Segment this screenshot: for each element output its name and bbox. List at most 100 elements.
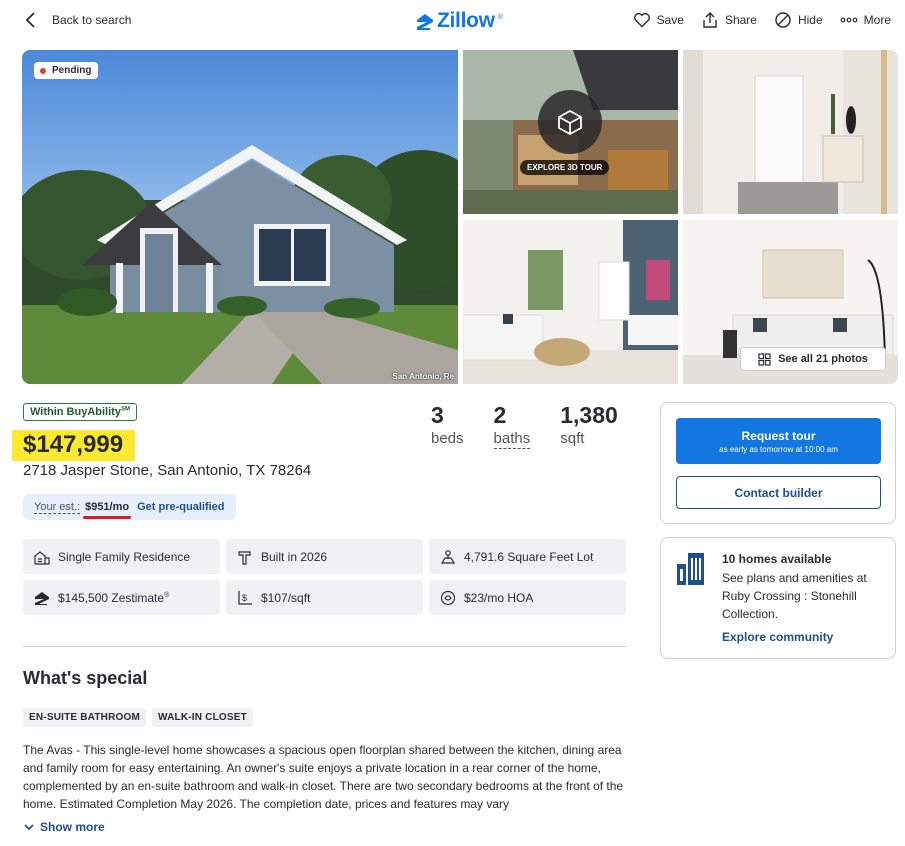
3d-tour-photo[interactable]: EXPLORE 3D TOUR — [463, 50, 678, 214]
sqft-value: 1,380 — [560, 402, 618, 428]
feature-tags: EN-SUITE BATHROOM WALK-IN CLOSET — [23, 708, 253, 727]
lot-size-icon — [440, 549, 456, 564]
show-more-label: Show more — [40, 820, 105, 834]
zestimate-mark: ® — [164, 591, 170, 599]
beds-stat: 3 beds — [431, 402, 464, 449]
svg-text:$: $ — [242, 593, 247, 603]
fact-hoa: $23/mo HOA — [429, 580, 626, 615]
see-all-photos-button[interactable]: See all 21 photos — [740, 347, 886, 371]
fact-home-type: Single Family Residence — [23, 539, 220, 574]
contact-builder-button[interactable]: Contact builder — [676, 476, 881, 509]
sqft-stat: 1,380 sqft — [560, 402, 618, 449]
hallway-illustration — [683, 50, 898, 214]
fact-lot-size: 4,791.6 Square Feet Lot — [429, 539, 626, 574]
fact-home-type-text: Single Family Residence — [58, 549, 191, 564]
cube-icon — [558, 110, 582, 135]
listing-price: $147,999 — [12, 430, 136, 461]
logo-text: Zillow — [437, 9, 495, 32]
family-room-photo[interactable]: See all 21 photos — [683, 220, 898, 384]
community-description: See plans and amenities at Ruby Crossing… — [722, 571, 867, 621]
house-type-icon — [34, 550, 50, 565]
see-all-photos-label: See all 21 photos — [778, 353, 868, 365]
zillow-house-icon — [417, 14, 433, 30]
beds-label: beds — [431, 430, 464, 447]
fact-year-built: Built in 2026 — [226, 539, 423, 574]
listing-description: The Avas - This single-level home showca… — [23, 743, 624, 811]
buyability-label: Within BuyAbility — [30, 406, 121, 418]
photo-gallery: Pending San Antonio, Re EXPLORE 3D TOUR — [22, 50, 898, 384]
top-bar: Back to search Zillow ® Save Share Hide … — [0, 0, 905, 42]
house-exterior-illustration — [22, 145, 458, 384]
hide-button[interactable]: Hide — [774, 11, 823, 29]
estimate-label[interactable]: Your est.: — [34, 501, 81, 514]
status-badge-label: Pending — [52, 65, 92, 76]
chevron-down-icon — [24, 824, 34, 831]
fact-zestimate: $145,500 Zestimate® — [23, 580, 220, 615]
hide-label: Hide — [797, 13, 823, 27]
share-button[interactable]: Share — [701, 11, 757, 29]
beds-value: 3 — [431, 402, 444, 428]
share-icon — [703, 12, 717, 28]
show-more-button[interactable]: Show more — [23, 820, 105, 834]
fact-hoa-text: $23/mo HOA — [464, 590, 534, 605]
estimate-value[interactable]: $951/mo — [83, 501, 132, 519]
tour-card: Request tour as early as tomorrow at 10:… — [660, 402, 896, 524]
living-room-photo[interactable] — [463, 220, 678, 384]
zestimate-value: $145,500 Zestimate — [58, 590, 165, 605]
hoa-icon — [440, 590, 456, 605]
main-exterior-photo[interactable]: Pending San Antonio, Re — [22, 50, 458, 384]
header-actions: Save Share Hide More — [633, 11, 891, 29]
buyability-mark: SM — [120, 406, 130, 413]
hide-icon — [775, 12, 791, 28]
fact-zestimate-text: $145,500 Zestimate® — [58, 591, 169, 605]
homes-available-title: 10 homes available — [722, 552, 832, 566]
grid-icon — [758, 352, 771, 366]
whats-special-heading: What's special — [23, 668, 148, 688]
request-tour-button[interactable]: Request tour as early as tomorrow at 10:… — [676, 418, 881, 464]
back-to-search-link[interactable]: Back to search — [24, 11, 131, 29]
explore-3d-tour-button[interactable] — [538, 90, 602, 154]
listing-address: 2718 Jasper Stone, San Antonio, TX 78264 — [23, 462, 312, 479]
zestimate-icon — [35, 591, 49, 605]
fact-price-per-sqft-text: $107/sqft — [261, 590, 311, 605]
fact-year-built-text: Built in 2026 — [261, 549, 328, 564]
more-label: More — [863, 13, 891, 27]
more-button[interactable]: More — [840, 11, 891, 29]
fact-price-per-sqft: $ $107/sqft — [226, 580, 423, 615]
chevron-left-icon — [25, 12, 35, 28]
share-label: Share — [724, 13, 757, 27]
back-label: Back to search — [52, 13, 132, 27]
status-badge: Pending — [34, 62, 99, 79]
price-per-sqft-icon: $ — [238, 590, 252, 605]
request-tour-label: Request tour — [741, 428, 816, 443]
fact-lot-size-text: 4,791.6 Square Feet Lot — [464, 549, 594, 564]
buyability-badge[interactable]: Within BuyAbilitySM — [23, 403, 137, 421]
buildings-icon — [677, 553, 704, 585]
section-divider — [23, 646, 626, 647]
save-button[interactable]: Save — [633, 11, 684, 29]
baths-value: 2 — [493, 402, 507, 428]
explore-community-link[interactable]: Explore community — [722, 630, 833, 644]
feature-tag: EN-SUITE BATHROOM — [23, 708, 146, 727]
logo-mark: ® — [497, 13, 503, 21]
home-stats: 3 beds 2 baths 1,380 sqft — [431, 402, 618, 449]
explore-3d-tour-label[interactable]: EXPLORE 3D TOUR — [520, 160, 610, 175]
baths-stat: 2 baths — [493, 402, 531, 449]
hallway-photo[interactable] — [683, 50, 898, 214]
zillow-logo[interactable]: Zillow ® — [416, 9, 503, 33]
community-card: 10 homes available See plans and ameniti… — [660, 537, 896, 659]
hammer-icon — [238, 550, 251, 565]
save-label: Save — [656, 13, 684, 27]
get-pre-qualified-link[interactable]: Get pre-qualified — [137, 501, 224, 513]
heart-icon — [633, 12, 650, 28]
baths-label[interactable]: baths — [493, 430, 531, 449]
more-icon — [840, 17, 858, 23]
photo-watermark: San Antonio, Re — [392, 372, 454, 381]
request-tour-subtext: as early as tomorrow at 10:00 am — [719, 444, 838, 454]
sqft-label: sqft — [560, 430, 585, 447]
pending-dot — [40, 67, 46, 74]
living-room-illustration — [463, 220, 678, 384]
payment-estimate: Your est.: $951/mo Get pre-qualified — [23, 494, 236, 520]
home-facts-grid: Single Family Residence Built in 2026 4,… — [23, 539, 626, 615]
feature-tag: WALK-IN CLOSET — [152, 708, 253, 727]
